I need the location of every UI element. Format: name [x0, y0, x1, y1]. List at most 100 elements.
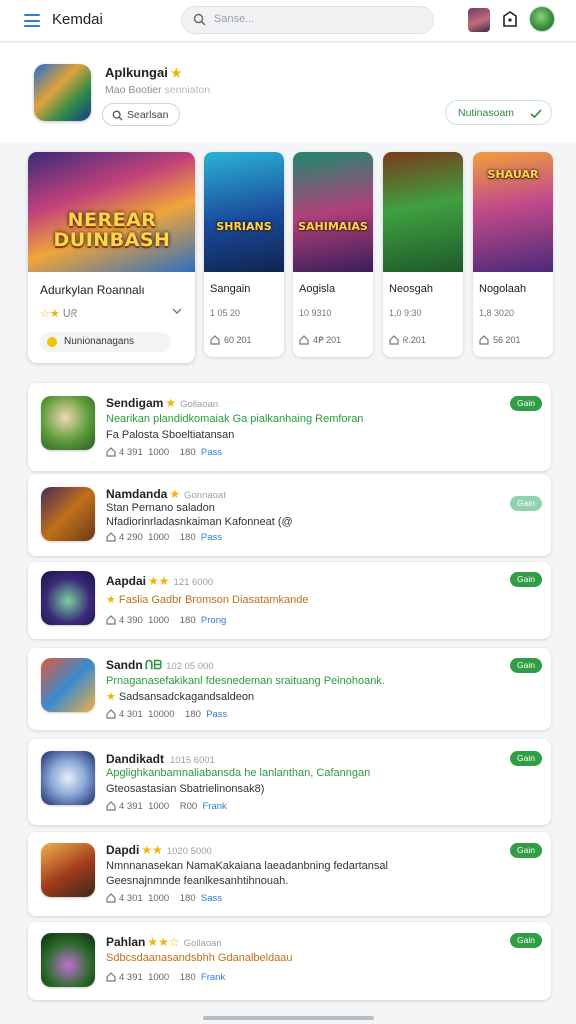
game-art-title: SAHIMAIAS — [298, 220, 368, 233]
list-item-title: Sendigam ★ Gollaoan — [106, 396, 219, 410]
game-stat: 60 201 — [210, 335, 280, 345]
list-item-desc: Nearikan plandidkomaiak Ga pialkanhaing … — [106, 413, 364, 425]
home-icon — [210, 335, 220, 345]
game-art — [383, 152, 463, 272]
game-meta: 1,8 3020 — [479, 308, 515, 318]
search-icon — [193, 13, 206, 26]
menu-icon[interactable] — [24, 14, 40, 27]
game-meta: 1,0 9:30 — [389, 308, 422, 318]
game-meta: 1 05 20 — [210, 308, 241, 318]
app-list-icon — [41, 751, 95, 805]
list-item[interactable]: Sandn ᑎᗷ 102 05 000 Prnaganasefakikanl fde… — [28, 648, 551, 730]
app-icon — [34, 64, 91, 121]
get-badge[interactable]: Gain — [510, 396, 542, 411]
list-item[interactable]: Pahlan ★★☆ Gollaoan Sdbcsdaanasandsbhh Gda… — [28, 922, 551, 1000]
search-icon — [112, 110, 123, 121]
list-item-desc: ★ Faslia Gadbr Bromson Diasatamkande — [106, 594, 309, 606]
home-icon — [299, 335, 309, 345]
app-list-icon — [41, 396, 95, 450]
game-stat: 56 201 — [479, 335, 549, 345]
app-list-icon — [41, 843, 95, 897]
home-icon — [106, 972, 116, 982]
game-name: Neosgah — [389, 283, 434, 295]
featured-art-title: NEREAR DUINBASH — [53, 209, 171, 251]
game-art: SHAUAR — [473, 152, 553, 272]
game-meta: 10 9310 — [299, 308, 332, 318]
app-title: Kemdai — [52, 11, 103, 28]
home-icon — [389, 335, 399, 345]
get-badge[interactable]: Gain — [510, 751, 542, 766]
featured-rating: ☆★ ᑌᖇ — [40, 308, 78, 320]
search-placeholder: Sanse... — [214, 13, 255, 25]
home-indicator[interactable] — [203, 1016, 374, 1020]
chevron-down-icon[interactable] — [172, 308, 182, 315]
game-stat: ᖇ.201 — [389, 335, 459, 346]
get-badge[interactable]: Gain — [510, 843, 542, 858]
list-item-stats: 4 301 1000 180 Sass — [106, 893, 222, 904]
game-art: SAHIMAIAS — [293, 152, 373, 272]
list-item[interactable]: Namdanda ★ Gonnaoat Stan Pernano saladon N… — [28, 474, 551, 556]
top-bar: Kemdai Sanse... — [0, 0, 576, 42]
star-icon: ★ — [106, 594, 119, 606]
game-name: Nogolaah — [479, 283, 527, 295]
list-item-stats: 4 390 1000 180 Prong — [106, 615, 226, 626]
game-card[interactable]: Neosgah 1,0 9:30 ᖇ.201 — [383, 152, 463, 357]
home-icon — [106, 532, 116, 542]
game-card[interactable]: SHAUAR Nogolaah 1,8 3020 56 201 — [473, 152, 553, 357]
list-item-title: Pahlan ★★☆ Gollaoan — [106, 935, 222, 949]
list-item-stats: 4 391 1000 R00 Frank — [106, 801, 227, 812]
list-item[interactable]: Dapdi ★★ 1020 5000 Nmnnanasekan NamaKakaia… — [28, 832, 551, 916]
list-item-desc-2: ★ Sadsansadckagandsaldeon — [106, 691, 255, 703]
get-badge[interactable]: Gain — [510, 496, 542, 511]
featured-chip[interactable]: Nunionanagans — [40, 332, 171, 352]
star-icon: ★ — [170, 66, 182, 80]
app-list-icon — [41, 933, 95, 987]
get-badge[interactable]: Gain — [510, 658, 542, 673]
game-card[interactable]: SHRIANS Sangain 1 05 20 60 201 — [204, 152, 284, 357]
home-icon — [106, 709, 116, 719]
shopping-bag-icon[interactable] — [501, 10, 519, 28]
app-name: Aplkungai ★ — [105, 65, 182, 80]
list-item-desc-2: Nfadiorinrladasnkaiman Kafonneat (@ — [106, 516, 293, 528]
search-button[interactable]: Searlsan — [102, 103, 180, 126]
game-art-title: SHAUAR — [487, 168, 539, 181]
list-item[interactable]: Dandikadt 1015 6001 Apglighkanbamnaliaban… — [28, 739, 551, 825]
game-art: SHRIANS — [204, 152, 284, 272]
star-icon: ★ — [106, 691, 119, 703]
list-item-stats: 4 391 1000 180 Pass — [106, 447, 222, 458]
featured-game-art: NEREAR DUINBASH — [28, 152, 195, 272]
list-item-title: Namdanda ★ Gonnaoat — [106, 487, 226, 501]
game-card[interactable]: SAHIMAIAS Aogisla 10 9310 4ᑭ 201 — [293, 152, 373, 357]
list-item-title: Dandikadt 1015 6001 — [106, 752, 215, 766]
home-icon — [106, 615, 116, 625]
featured-game-card[interactable]: NEREAR DUINBASH Adurkylan Roannalı ☆★ ᑌᖇ… — [28, 152, 195, 363]
list-item-stats: 4 290 1000 180 Pass — [106, 532, 222, 543]
home-icon — [106, 801, 116, 811]
check-icon — [530, 109, 542, 118]
list-item-desc: Apglighkanbamnaliabansda he lanlanthan, … — [106, 767, 371, 779]
list-item-title: Sandn ᑎᗷ 102 05 000 — [106, 658, 214, 672]
game-art-title: SHRIANS — [216, 220, 272, 233]
game-name: Sangain — [210, 283, 251, 295]
list-item-desc-2: Fa Palosta Sboeltiatansan — [106, 429, 235, 441]
get-badge[interactable]: Gain — [510, 933, 542, 948]
home-icon — [106, 447, 116, 457]
manage-button[interactable]: Nutinasoam — [445, 100, 552, 125]
coin-icon — [47, 337, 57, 347]
list-item-desc: Nmnnanasekan NamaKakaiana laeadanbning f… — [106, 860, 388, 872]
list-item[interactable]: Aapdai ★★ 121 6000 ★ Faslia Gadbr Bromson … — [28, 562, 551, 639]
list-item-desc: Prnaganasefakikanl fdesnedeman sraituang… — [106, 675, 385, 687]
profile-avatar[interactable] — [529, 6, 555, 32]
search-input[interactable]: Sanse... — [181, 6, 434, 34]
list-item[interactable]: Sendigam ★ Gollaoan Nearikan plandidkomaia… — [28, 383, 551, 471]
list-item-desc-2: Geesnajnmnde feanlkesanhtihnouah. — [106, 875, 289, 887]
list-item-title: Dapdi ★★ 1020 5000 — [106, 843, 212, 857]
list-item-title: Aapdai ★★ 121 6000 — [106, 574, 214, 588]
character-avatar[interactable] — [468, 8, 490, 32]
home-icon — [479, 335, 489, 345]
list-item-desc-2: Gteosastasian Sbatrielinonsak8) — [106, 783, 265, 795]
game-name: Aogisla — [299, 283, 336, 295]
get-badge[interactable]: Gain — [510, 572, 542, 587]
app-subtitle: Mao Bootier senniaton — [105, 84, 211, 96]
game-stat: 4ᑭ 201 — [299, 335, 369, 346]
